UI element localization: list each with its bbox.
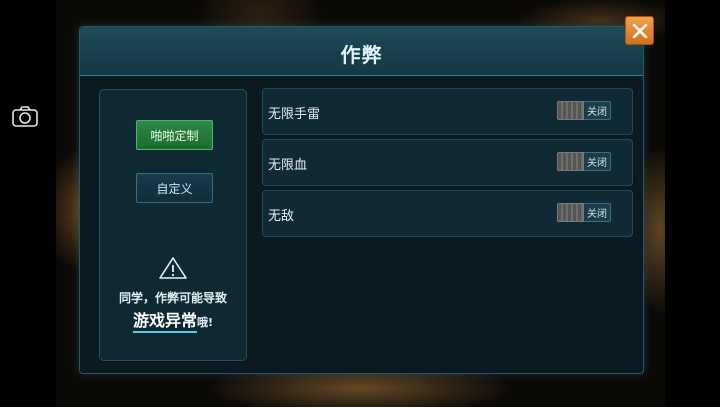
toggle-knob [557,101,584,120]
cheat-row-invincible: 无敌 关闭 [262,190,633,237]
close-button[interactable] [625,16,654,45]
cheat-toggle[interactable]: 关闭 [557,203,611,222]
cheat-label: 无敌 [268,209,295,224]
toggle-state: 关闭 [584,203,611,222]
toggle-knob [557,203,584,222]
warning-emphasis: 游戏异常 [132,311,197,333]
cheat-mode-sidebar: 啪啪定制 自定义 同学，作弊可能导致 游戏异常哦! [99,89,247,361]
cheat-row-unlimited-health: 无限血 关闭 [262,139,633,186]
toggle-state: 关闭 [584,152,611,171]
warning-suffix: 哦! [196,316,214,329]
cheat-label: 无限手雷 [268,107,321,122]
cheat-toggle[interactable]: 关闭 [557,101,611,120]
toggle-state: 关闭 [584,101,611,120]
camera-icon[interactable] [10,101,40,131]
cheat-toggle[interactable]: 关闭 [557,152,611,171]
custom-cheat-button[interactable]: 自定义 [136,173,213,203]
left-letterbox [0,0,56,407]
close-icon [632,23,647,38]
toggle-knob [557,152,584,171]
warning-text: 同学，作弊可能导致 [118,291,227,305]
right-letterbox [665,0,720,407]
cheat-label: 无限血 [268,158,308,173]
cheat-row-unlimited-grenades: 无限手雷 关闭 [262,88,633,135]
warning-text-emphasis-line: 游戏异常哦! [100,307,246,333]
warning-icon [159,257,187,279]
preset-cheat-button[interactable]: 啪啪定制 [136,120,213,150]
dialog-title: 作弊 [340,43,383,67]
dialog-header: 作弊 [80,27,643,76]
